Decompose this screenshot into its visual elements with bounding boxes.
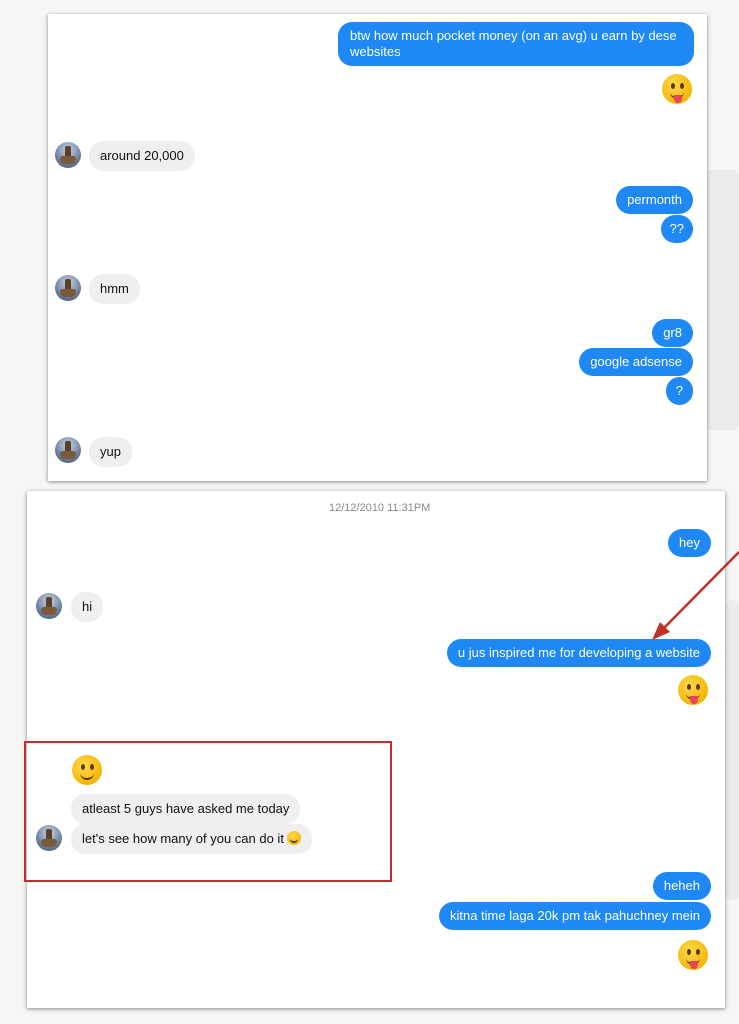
annotation-arrow xyxy=(652,551,739,640)
